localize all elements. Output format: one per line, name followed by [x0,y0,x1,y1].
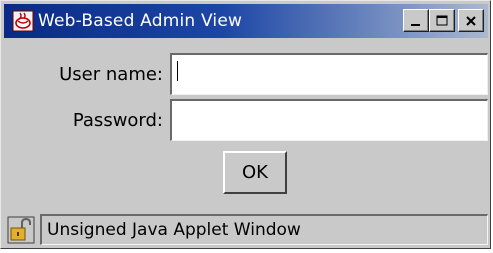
ok-button[interactable]: OK [223,151,287,194]
status-text: Unsigned Java Applet Window [40,214,488,245]
username-field[interactable] [170,53,488,95]
window-title: Web-Based Admin View [38,11,243,31]
username-label: User name: [59,64,163,85]
text-caret [177,61,178,81]
minimize-icon [411,23,420,26]
java-app-icon [11,9,35,33]
password-field[interactable] [170,99,488,141]
close-icon [466,15,476,26]
close-button[interactable] [458,9,484,32]
unlocked-padlock-icon [6,215,36,245]
maximize-icon [436,15,448,25]
minimize-button[interactable] [403,9,429,32]
status-bar: Unsigned Java Applet Window [6,213,488,246]
title-bar[interactable]: Web-Based Admin View [4,4,488,38]
password-label: Password: [72,110,163,131]
title-buttons [403,9,484,32]
applet-window: Web-Based Admin View User name: Password… [0,0,491,249]
maximize-button[interactable] [429,9,455,32]
